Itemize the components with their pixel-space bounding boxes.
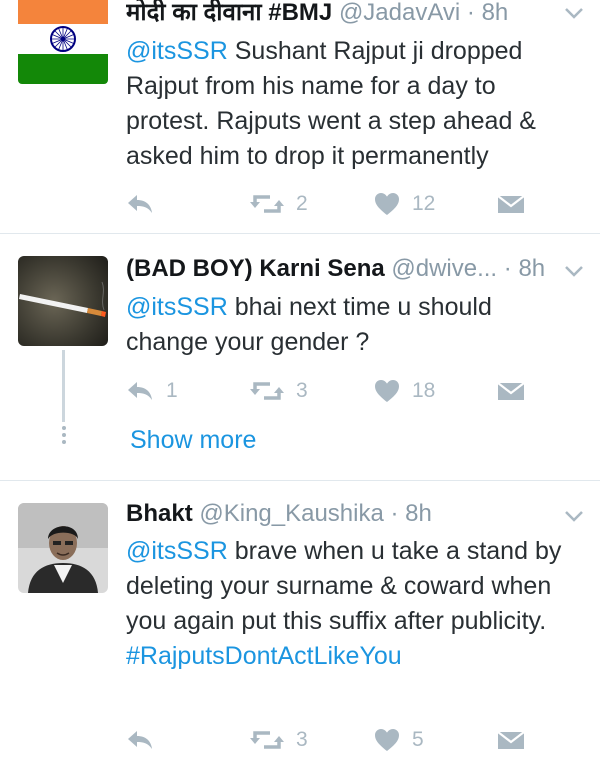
tweet-2[interactable]: (BAD BOY) Karni Sena @dwive... · 8h @its…: [0, 234, 600, 479]
thread-line: [62, 350, 65, 422]
retweet-icon: [250, 195, 284, 213]
like-button[interactable]: 12: [374, 186, 435, 222]
direct-message-button[interactable]: [498, 373, 524, 409]
avatar-india-flag[interactable]: [18, 0, 108, 84]
retweet-button[interactable]: 3: [250, 373, 308, 409]
reply-icon: [128, 195, 152, 213]
direct-message-icon: [498, 731, 524, 749]
mention-link[interactable]: @itsSSR: [126, 293, 228, 321]
hashtag-link[interactable]: #RajputsDontActLikeYou: [126, 642, 402, 670]
reply-button[interactable]: [126, 722, 166, 758]
reply-button[interactable]: [126, 186, 166, 222]
heart-icon: [375, 729, 399, 751]
tweet-text: @itsSSR brave when u take a stand by del…: [126, 537, 562, 670]
tweet-3[interactable]: Bhakt @King_Kaushika · 8h @itsSSR brave …: [0, 481, 600, 769]
timestamp[interactable]: · 8h: [467, 0, 508, 26]
heart-icon: [375, 193, 399, 215]
tweet-actions: 2 12: [126, 186, 526, 222]
direct-message-button[interactable]: [498, 722, 524, 758]
avatar-cigarette[interactable]: [18, 256, 108, 346]
display-name[interactable]: Bhakt: [126, 500, 193, 527]
mention-link[interactable]: @itsSSR: [126, 537, 228, 565]
display-name[interactable]: (BAD BOY) Karni Sena: [126, 255, 385, 282]
show-more-link[interactable]: Show more: [130, 426, 256, 455]
chevron-down-icon[interactable]: [564, 509, 584, 523]
tweet-actions: 1 3 18: [126, 373, 526, 409]
reply-icon: [128, 382, 152, 400]
tweet-actions: 3 5: [126, 722, 526, 758]
like-button[interactable]: 5: [374, 722, 424, 758]
timestamp[interactable]: · 8h: [391, 500, 432, 527]
handle[interactable]: @King_Kaushika: [199, 500, 383, 527]
retweet-button[interactable]: 3: [250, 722, 308, 758]
thread-dots: [61, 426, 66, 447]
retweet-button[interactable]: 2: [250, 186, 308, 222]
handle[interactable]: @JadavAvi: [339, 0, 460, 26]
avatar-user-photo[interactable]: [18, 503, 108, 593]
retweet-icon: [250, 382, 284, 400]
tweet-text: @itsSSR Sushant Rajput ji dropped Rajput…: [126, 37, 536, 170]
handle[interactable]: @dwive...: [391, 255, 497, 282]
retweet-icon: [250, 731, 284, 749]
reply-icon: [128, 731, 152, 749]
mention-link[interactable]: @itsSSR: [126, 37, 228, 65]
chevron-down-icon[interactable]: [564, 264, 584, 278]
heart-icon: [375, 380, 399, 402]
tweet-header: (BAD BOY) Karni Sena @dwive... · 8h: [126, 254, 556, 284]
direct-message-icon: [498, 195, 524, 213]
like-button[interactable]: 18: [374, 373, 435, 409]
tweet-header: Bhakt @King_Kaushika · 8h: [126, 499, 556, 529]
direct-message-icon: [498, 382, 524, 400]
tweet-1[interactable]: मोदी का दीवाना #BMJ @JadavAvi · 8h @itsS…: [0, 0, 600, 232]
timestamp[interactable]: · 8h: [504, 255, 545, 282]
chevron-down-icon[interactable]: [564, 6, 584, 20]
direct-message-button[interactable]: [498, 186, 524, 222]
display-name[interactable]: मोदी का दीवाना #BMJ: [126, 0, 332, 26]
tweet-header: मोदी का दीवाना #BMJ @JadavAvi · 8h: [126, 0, 556, 28]
reply-button[interactable]: 1: [126, 373, 178, 409]
tweet-text: @itsSSR bhai next time u should change y…: [126, 293, 492, 356]
